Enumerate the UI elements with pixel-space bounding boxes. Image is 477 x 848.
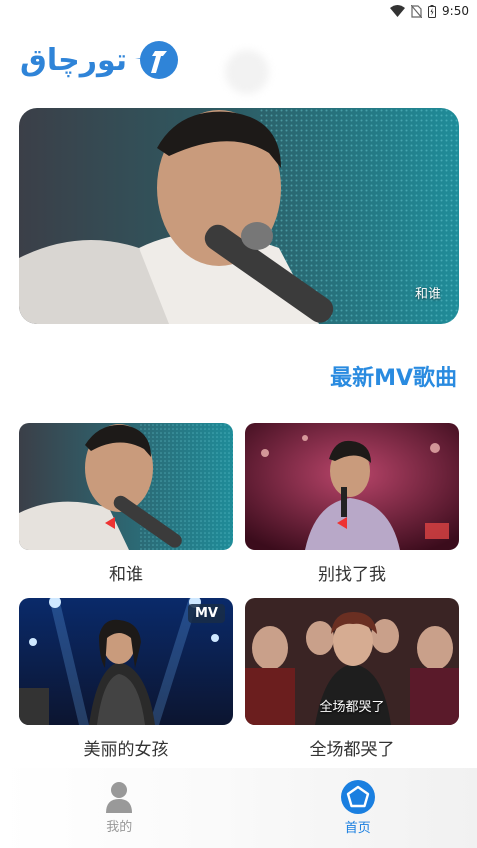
video-card-4[interactable]: 全场都哭了 全场都哭了 [245,598,459,760]
status-bar: 9:50 [0,0,477,22]
nav-label-mine: 我的 [106,820,133,835]
banner-image [19,108,459,324]
nav-tab-mine[interactable]: 我的 [0,768,239,848]
video-thumbnail: 全场都哭了 [245,598,459,725]
featured-banner[interactable]: 和谁 [19,108,459,324]
wifi-icon [390,5,406,17]
logo-icon [135,41,179,79]
video-thumbnail [19,423,233,550]
no-sim-icon [411,4,423,18]
video-title: 全场都哭了 [309,740,395,760]
nav-label-home: 首页 [344,821,371,836]
video-title: 别找了我 [318,565,386,585]
banner-caption: 和谁 [414,287,441,302]
header-placeholder [225,50,269,94]
app-logo: تورچاق [20,34,181,86]
video-card-3[interactable]: MV 美丽的女孩 [19,598,233,760]
video-card-1[interactable]: 和谁 [19,423,233,585]
video-thumbnail: MV [19,598,233,725]
section-title: 最新MV歌曲 [330,366,457,391]
bottom-navigation: 我的 首页 [0,768,477,848]
thumbnail-caption: 全场都哭了 [319,700,385,715]
home-icon [340,780,375,814]
user-icon [106,782,133,813]
logo-text: تورچاق [20,42,128,78]
nav-tab-home[interactable]: 首页 [239,768,477,848]
video-title: 美丽的女孩 [83,740,169,760]
video-thumbnail [245,423,459,550]
battery-icon [428,4,437,18]
video-title: 和谁 [109,565,143,585]
video-card-2[interactable]: 别找了我 [245,423,459,585]
status-time: 9:50 [442,4,469,18]
mv-badge: MV [188,604,225,623]
